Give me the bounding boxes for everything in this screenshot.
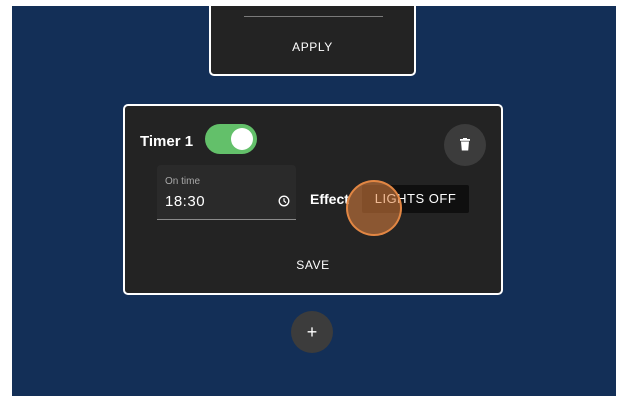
timer-enable-toggle[interactable]	[205, 124, 257, 154]
timer-title: Timer 1	[140, 133, 194, 150]
previous-field-underline	[244, 16, 383, 17]
plus-icon: +	[306, 322, 318, 342]
save-button[interactable]: SAVE	[125, 258, 501, 272]
on-time-value[interactable]: 18:30	[165, 193, 205, 210]
toggle-knob	[231, 128, 253, 150]
apply-button[interactable]: APPLY	[211, 40, 414, 54]
trash-icon	[460, 138, 470, 151]
effect-label: Effect	[310, 191, 349, 207]
add-timer-button[interactable]: +	[291, 311, 333, 353]
timer-card: Timer 1 On time 18:30 Effect LIGHTS OFF …	[123, 104, 503, 295]
effect-select-button[interactable]: LIGHTS OFF	[362, 185, 469, 213]
previous-timer-card: APPLY	[209, 6, 416, 76]
on-time-field[interactable]: On time 18:30	[157, 165, 296, 220]
on-time-label: On time	[165, 176, 201, 187]
clock-icon[interactable]	[278, 195, 290, 207]
delete-timer-button[interactable]	[444, 124, 486, 166]
app-viewport: APPLY Timer 1 On time 18:30 Effect LIGHT…	[12, 6, 616, 396]
